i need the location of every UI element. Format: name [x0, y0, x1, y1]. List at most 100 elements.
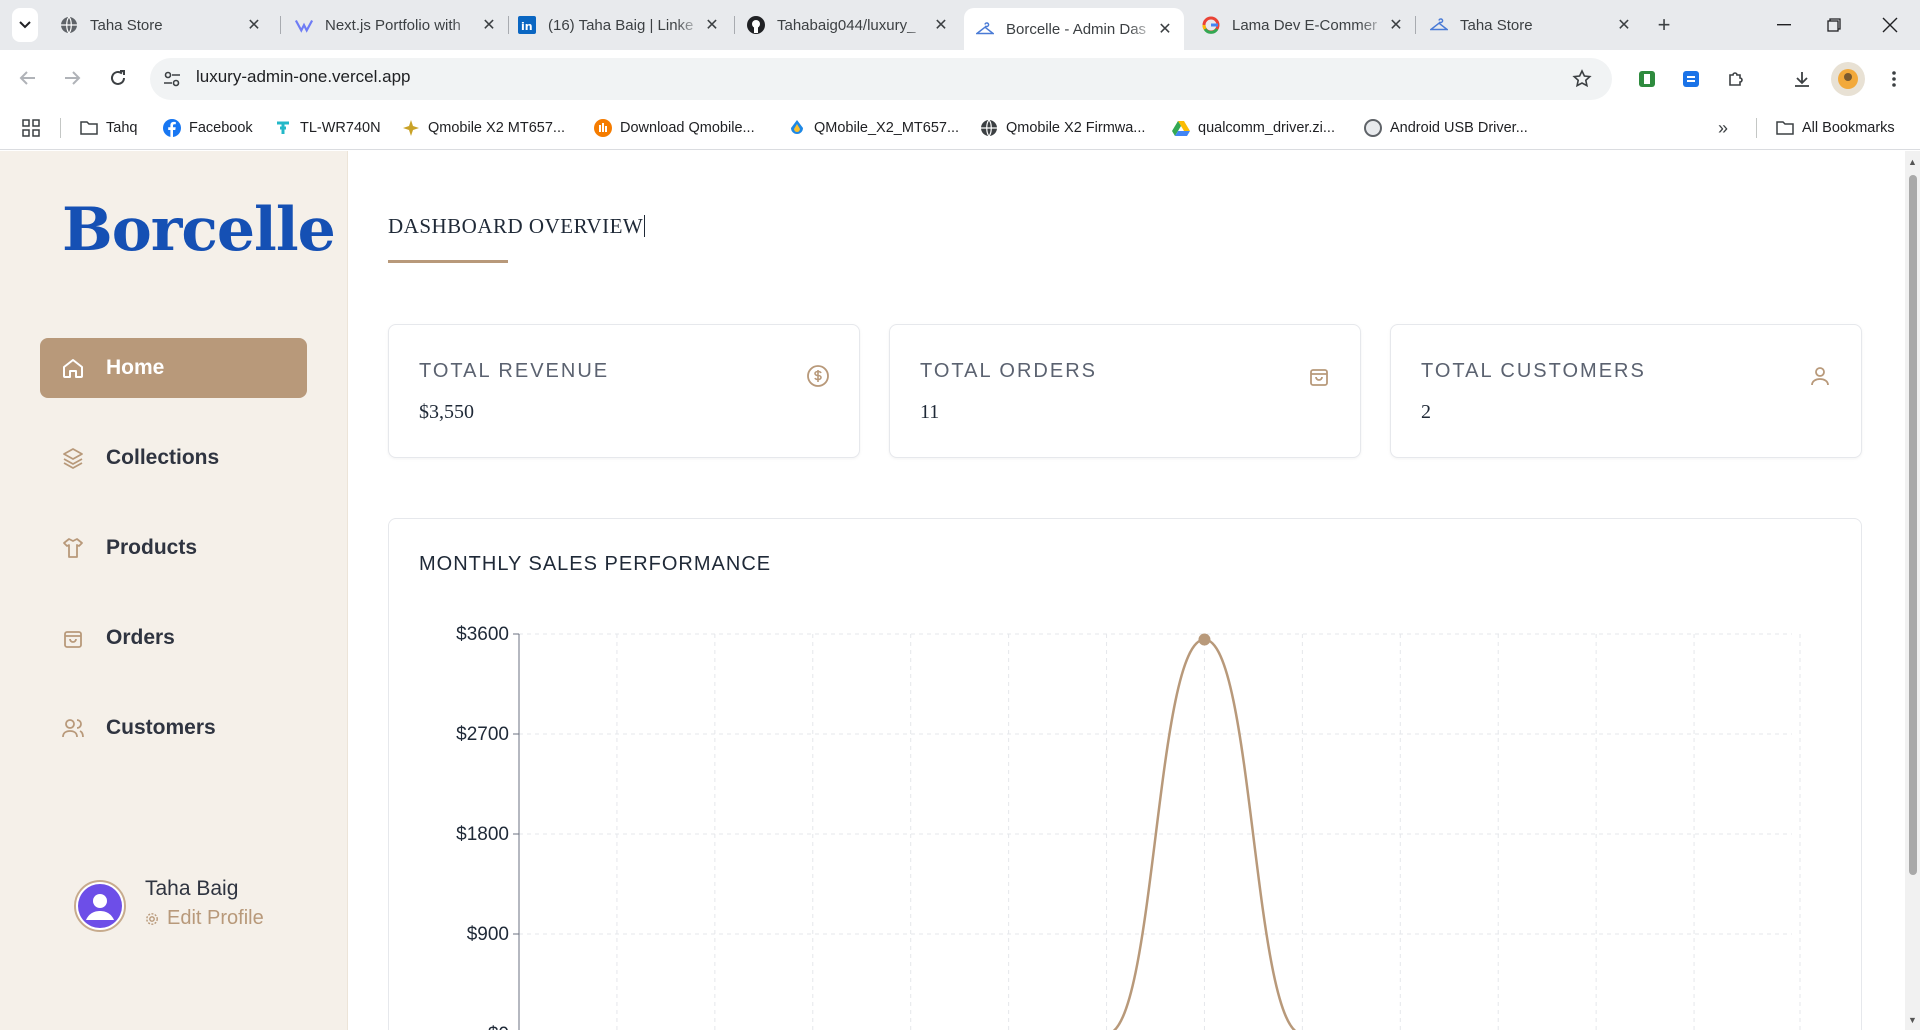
globe-icon — [60, 16, 78, 34]
bookmark-item[interactable]: Qmobile X2 Firmwa... — [980, 114, 1145, 142]
downloads-button[interactable] — [1788, 65, 1816, 93]
globe-icon — [980, 119, 998, 137]
google-icon — [1202, 16, 1220, 34]
users-icon — [60, 715, 86, 741]
tab-separator — [1415, 16, 1416, 34]
bookmark-item[interactable]: Tahq — [80, 114, 137, 142]
sidebar-item-products[interactable]: Products — [40, 518, 307, 578]
tab-lama-dev[interactable]: Lama Dev E-Commer ✕ — [1190, 8, 1415, 42]
all-bookmarks-button[interactable]: All Bookmarks — [1776, 114, 1895, 142]
bookmark-item[interactable]: Qmobile X2 MT657... — [402, 114, 565, 142]
new-tab-button[interactable]: + — [1650, 11, 1678, 39]
tab-github[interactable]: Tahabaig044/luxury_ ✕ — [735, 8, 960, 42]
sidebar-item-home[interactable]: Home — [40, 338, 307, 398]
tab-separator — [280, 16, 281, 34]
arrow-left-icon — [19, 71, 35, 85]
more-bookmarks-button[interactable]: » — [1718, 114, 1728, 142]
scroll-up-arrow[interactable]: ▲ — [1905, 154, 1920, 170]
bookmark-item[interactable]: Facebook — [163, 114, 253, 142]
tab-nextjs-portfolio[interactable]: Next.js Portfolio with ✕ — [283, 8, 508, 42]
bookmark-item[interactable]: QMobile_X2_MT657... — [788, 114, 959, 142]
tab-taha-store[interactable]: Taha Store ✕ — [48, 8, 273, 42]
sidebar-item-customers[interactable]: Customers — [40, 698, 307, 758]
shopping-bag-icon — [60, 625, 86, 651]
folder-icon — [1776, 119, 1794, 137]
layers-icon — [60, 445, 86, 471]
card-value: 2 — [1421, 401, 1431, 423]
page-title: DASHBOARD OVERVIEW — [388, 214, 644, 238]
close-icon[interactable]: ✕ — [480, 16, 498, 34]
apps-button[interactable] — [22, 114, 40, 142]
folder-icon — [80, 119, 98, 137]
bookmark-item[interactable]: Download Qmobile... — [594, 114, 755, 142]
y-tick-label: $1800 — [456, 824, 509, 845]
close-icon[interactable]: ✕ — [703, 16, 721, 34]
bookmark-item[interactable]: TL-WR740N — [274, 114, 381, 142]
site-info-button[interactable] — [158, 65, 186, 93]
browser-menu-button[interactable] — [1880, 65, 1908, 93]
restore-button[interactable] — [1819, 10, 1849, 40]
edit-profile-label: Edit Profile — [167, 907, 264, 929]
scrollbar-thumb[interactable] — [1909, 175, 1917, 875]
tab-borcelle-admin[interactable]: Borcelle - Admin Das ✕ — [964, 8, 1184, 50]
svg-text:in: in — [521, 20, 533, 33]
bookmark-item[interactable]: Android USB Driver... — [1364, 114, 1528, 142]
sidebar-item-collections[interactable]: Collections — [40, 428, 307, 488]
close-icon — [1882, 17, 1898, 33]
sidebar-item-label: Orders — [106, 626, 175, 649]
close-window-button[interactable] — [1875, 10, 1905, 40]
back-button[interactable] — [14, 64, 42, 92]
reload-icon — [111, 70, 125, 85]
stat-card-revenue: TOTAL REVENUE $3,550 — [388, 324, 860, 458]
url-text[interactable]: luxury-admin-one.vercel.app — [196, 67, 411, 87]
shopping-bag-icon — [1306, 363, 1332, 389]
bookmark-divider — [1756, 118, 1757, 138]
bookmark-label: Download Qmobile... — [620, 120, 755, 136]
extensions-button[interactable] — [1722, 65, 1750, 93]
chevron-down-icon — [19, 21, 31, 29]
close-icon[interactable]: ✕ — [245, 16, 263, 34]
extension-translate-button[interactable] — [1677, 65, 1705, 93]
close-icon[interactable]: ✕ — [1156, 20, 1174, 38]
bookmark-divider — [60, 118, 61, 138]
close-icon[interactable]: ✕ — [932, 16, 950, 34]
sidebar-item-label: Home — [106, 356, 165, 379]
scroll-down-arrow[interactable]: ▼ — [1905, 1012, 1920, 1028]
minimize-button[interactable] — [1769, 10, 1799, 40]
dollar-circle-icon — [805, 363, 831, 389]
series-line — [1112, 638, 1297, 1030]
close-icon[interactable]: ✕ — [1615, 16, 1633, 34]
bookmark-label: Qmobile X2 MT657... — [428, 120, 565, 136]
bookmark-star-button[interactable] — [1568, 65, 1596, 93]
sales-line-chart[interactable]: $3600 $2700 $1800 $900 $0 — [388, 518, 1862, 1030]
brand-logo[interactable]: Borcelle — [62, 195, 336, 265]
vercel-ai-icon — [295, 16, 313, 34]
bookmark-label: Tahq — [106, 120, 138, 136]
card-value: 11 — [920, 401, 940, 423]
tab-linkedin[interactable]: in (16) Taha Baig | Linke ✕ — [506, 8, 731, 42]
bookmark-item[interactable]: qualcomm_driver.zi... — [1172, 114, 1335, 142]
hanger-icon — [1430, 16, 1448, 34]
bookmark-label: TL-WR740N — [300, 120, 381, 136]
reload-button[interactable] — [104, 64, 132, 92]
avatar[interactable] — [74, 880, 126, 932]
profile-button[interactable] — [1831, 62, 1865, 96]
bookmark-label: Facebook — [189, 120, 253, 136]
tab-search-button[interactable] — [12, 8, 38, 42]
extension-green-icon — [1639, 71, 1655, 87]
edit-profile-link[interactable]: Edit Profile — [145, 907, 264, 930]
avatar-icon — [1838, 69, 1858, 89]
sidebar-item-orders[interactable]: Orders — [40, 608, 307, 668]
tab-title: Taha Store — [1460, 16, 1533, 34]
puzzle-icon — [1729, 72, 1743, 86]
minimize-icon — [1777, 24, 1791, 26]
close-icon[interactable]: ✕ — [1387, 16, 1405, 34]
drive-icon — [1172, 119, 1190, 137]
data-point[interactable] — [1198, 633, 1211, 646]
circle-icon — [1364, 119, 1382, 137]
tab-taha-store-2[interactable]: Taha Store ✕ — [1418, 8, 1643, 42]
extension-evernote-button[interactable] — [1633, 65, 1661, 93]
forward-button[interactable] — [58, 64, 86, 92]
grid-icon — [22, 119, 40, 137]
github-icon — [747, 16, 765, 34]
